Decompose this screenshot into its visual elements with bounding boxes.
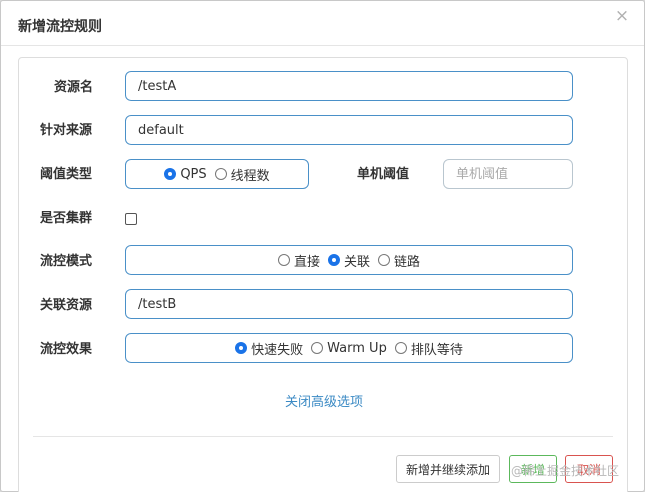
- dialog-title: 新增流控规则: [18, 19, 102, 35]
- cluster-label: 是否集群: [40, 211, 93, 226]
- flow-rule-dialog: 新增流控规则 × 资源名 针对来源 阈值类型 QPS 线程数 单机阈值: [0, 0, 645, 492]
- resource-label: 资源名: [54, 80, 94, 95]
- behavior-option-label: 快速失败: [251, 342, 304, 358]
- ref-resource-input[interactable]: [138, 296, 560, 312]
- strategy-label: 流控模式: [40, 254, 93, 269]
- grade-radio-group: QPS 线程数: [125, 159, 309, 189]
- title-divider: [1, 45, 644, 46]
- grade-option-label: QPS: [180, 166, 207, 182]
- footer-divider: [33, 436, 613, 437]
- threshold-input[interactable]: [456, 166, 560, 182]
- behavior-option-label: Warm Up: [327, 340, 387, 356]
- radio-selected-icon: [327, 254, 340, 266]
- ref-resource-label: 关联资源: [40, 298, 93, 313]
- behavior-option-warm-up[interactable]: Warm Up: [311, 341, 387, 356]
- cancel-button[interactable]: 取消: [565, 455, 613, 483]
- radio-unselected-icon: [378, 254, 390, 266]
- threshold-field: [443, 159, 573, 189]
- behavior-option-fast-fail[interactable]: 快速失败: [235, 339, 303, 358]
- radio-unselected-icon: [311, 342, 324, 354]
- close-icon[interactable]: ×: [614, 7, 630, 25]
- radio-unselected-icon: [394, 342, 407, 354]
- limit-app-label: 针对来源: [40, 123, 93, 138]
- strategy-option-label: 直接: [293, 254, 320, 270]
- cluster-checkbox[interactable]: [125, 213, 137, 225]
- grade-label: 阈值类型: [40, 167, 93, 182]
- grade-option-label: 线程数: [230, 168, 270, 184]
- strategy-option-chain[interactable]: 链路: [378, 251, 420, 270]
- radio-selected-icon: [164, 168, 177, 180]
- strategy-option-label: 关联: [343, 254, 370, 270]
- radio-selected-icon: [235, 342, 248, 354]
- add-and-continue-button[interactable]: 新增并继续添加: [396, 455, 500, 483]
- threshold-label: 单机阈值: [357, 167, 410, 182]
- radio-unselected-icon: [214, 168, 227, 180]
- limit-app-field: [125, 115, 573, 145]
- ref-resource-field: [125, 289, 573, 319]
- behavior-option-label: 排队等待: [410, 342, 463, 358]
- toggle-advanced-link[interactable]: 关闭高级选项: [19, 391, 629, 410]
- strategy-option-label: 链路: [394, 254, 421, 270]
- form-panel: 资源名 针对来源 阈值类型 QPS 线程数 单机阈值 是否集群: [18, 57, 628, 492]
- grade-option-qps[interactable]: QPS: [164, 166, 207, 182]
- strategy-radio-group: 直接 关联 链路: [125, 245, 573, 275]
- add-button[interactable]: 新增: [509, 455, 557, 483]
- strategy-option-direct[interactable]: 直接: [277, 251, 320, 270]
- behavior-option-queue[interactable]: 排队等待: [394, 339, 463, 358]
- limit-app-input[interactable]: [138, 122, 560, 138]
- strategy-option-relate[interactable]: 关联: [327, 251, 370, 270]
- grade-option-threads[interactable]: 线程数: [214, 165, 270, 184]
- control-behavior-label: 流控效果: [40, 342, 93, 357]
- resource-field: [125, 71, 573, 101]
- control-behavior-radio-group: 快速失败 Warm Up 排队等待: [125, 333, 573, 363]
- resource-input[interactable]: [138, 78, 560, 94]
- radio-unselected-icon: [277, 254, 290, 266]
